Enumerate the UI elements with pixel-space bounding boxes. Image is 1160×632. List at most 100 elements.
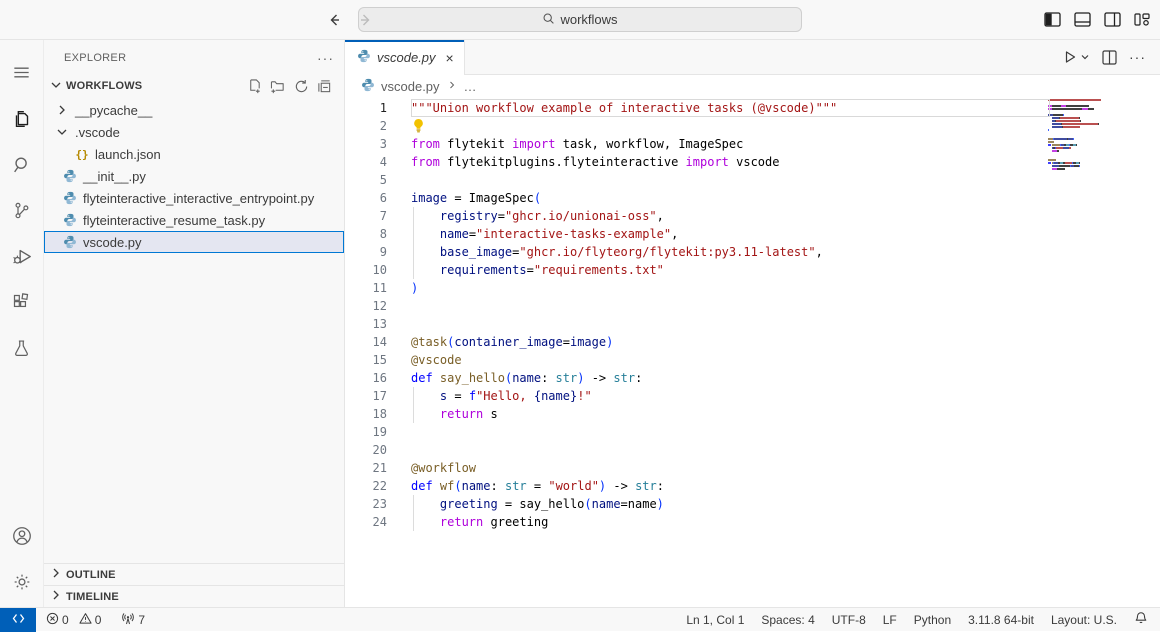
warning-count: 0 bbox=[95, 613, 102, 627]
editor-area: vscode.py × ··· vscode.py … bbox=[345, 40, 1160, 607]
code-line[interactable]: 15@vscode bbox=[345, 351, 1160, 369]
account-icon bbox=[11, 525, 33, 552]
forwarded-ports[interactable]: 7 bbox=[121, 612, 145, 628]
activity-bar-run-debug[interactable] bbox=[0, 236, 44, 282]
code-line[interactable]: 22def wf(name: str = "world") -> str: bbox=[345, 477, 1160, 495]
tree-item-label: vscode.py bbox=[83, 235, 142, 250]
breadcrumb-symbol[interactable]: … bbox=[464, 79, 477, 94]
status-item[interactable]: Layout: U.S. bbox=[1051, 613, 1117, 627]
code-line[interactable]: 21@workflow bbox=[345, 459, 1160, 477]
split-editor-icon[interactable] bbox=[1102, 50, 1117, 65]
code-line[interactable]: 8 name="interactive-tasks-example", bbox=[345, 225, 1160, 243]
tree-item[interactable]: flyteinteractive_interactive_entrypoint.… bbox=[44, 187, 344, 209]
tab-vscode-py[interactable]: vscode.py × bbox=[345, 40, 465, 75]
file-tree: __pycache__.vscode{}launch.json__init__.… bbox=[44, 99, 344, 253]
chevron-right-icon bbox=[446, 79, 458, 94]
remote-indicator[interactable] bbox=[0, 608, 36, 632]
activity-bar-search[interactable] bbox=[0, 144, 44, 190]
tab-strip: ··· bbox=[465, 40, 1160, 75]
lightbulb-icon[interactable] bbox=[412, 118, 426, 134]
line-text: @task(container_image=image) bbox=[411, 333, 613, 351]
chevron-right-icon bbox=[54, 102, 70, 118]
forward-arrow-icon[interactable] bbox=[358, 12, 374, 28]
line-number: 12 bbox=[345, 297, 411, 315]
tree-item[interactable]: flyteinteractive_resume_task.py bbox=[44, 209, 344, 231]
code-line[interactable]: 12 bbox=[345, 297, 1160, 315]
timeline-section-header[interactable]: TIMELINE bbox=[44, 585, 344, 607]
code-line[interactable]: 18 return s bbox=[345, 405, 1160, 423]
refresh-icon[interactable] bbox=[294, 79, 309, 94]
code-line[interactable]: 19 bbox=[345, 423, 1160, 441]
activity-bar-extensions[interactable] bbox=[0, 282, 44, 328]
status-item[interactable]: Spaces: 4 bbox=[761, 613, 814, 627]
tree-item[interactable]: {}launch.json bbox=[44, 143, 344, 165]
command-center-search[interactable]: workflows bbox=[358, 7, 802, 32]
code-line[interactable]: 4from flytekitplugins.flyteinteractive i… bbox=[345, 153, 1160, 171]
customize-layout-icon[interactable] bbox=[1134, 12, 1150, 27]
collapse-all-icon[interactable] bbox=[317, 79, 332, 94]
tree-item[interactable]: vscode.py bbox=[44, 231, 344, 253]
code-line[interactable]: 5 bbox=[345, 171, 1160, 189]
line-number: 21 bbox=[345, 459, 411, 477]
line-text: def wf(name: str = "world") -> str: bbox=[411, 477, 664, 495]
outline-section-header[interactable]: OUTLINE bbox=[44, 563, 344, 585]
code-line[interactable]: 7 registry="ghcr.io/unionai-oss", bbox=[345, 207, 1160, 225]
line-text: from flytekit import task, workflow, Ima… bbox=[411, 135, 743, 153]
bell-icon[interactable] bbox=[1134, 611, 1148, 628]
code-line[interactable]: 13 bbox=[345, 315, 1160, 333]
activity-bar-settings[interactable] bbox=[0, 561, 44, 607]
problems-errors[interactable]: 0 bbox=[46, 612, 69, 628]
code-line[interactable]: 16def say_hello(name: str) -> str: bbox=[345, 369, 1160, 387]
code-line[interactable]: 1"""Union workflow example of interactiv… bbox=[345, 99, 1160, 117]
activity-bar bbox=[0, 40, 44, 607]
tree-item[interactable]: __pycache__ bbox=[44, 99, 344, 121]
status-item[interactable]: Ln 1, Col 1 bbox=[686, 613, 744, 627]
code-line[interactable]: 11) bbox=[345, 279, 1160, 297]
activity-bar-menu[interactable] bbox=[0, 52, 44, 98]
code-line[interactable]: 6image = ImageSpec( bbox=[345, 189, 1160, 207]
search-icon bbox=[11, 154, 33, 181]
new-file-icon[interactable] bbox=[247, 79, 262, 94]
line-text: @vscode bbox=[411, 351, 462, 369]
close-tab-icon[interactable]: × bbox=[446, 50, 454, 66]
activity-bar-account[interactable] bbox=[0, 515, 44, 561]
status-item[interactable]: UTF-8 bbox=[832, 613, 866, 627]
tree-item[interactable]: .vscode bbox=[44, 121, 344, 143]
toggle-secondary-sidebar-icon[interactable] bbox=[1104, 12, 1121, 27]
code-line[interactable]: 14@task(container_image=image) bbox=[345, 333, 1160, 351]
code-editor[interactable]: 1"""Union workflow example of interactiv… bbox=[345, 97, 1160, 607]
back-arrow-icon[interactable] bbox=[326, 12, 342, 28]
code-line[interactable]: 20 bbox=[345, 441, 1160, 459]
source-control-icon bbox=[11, 200, 32, 226]
status-item[interactable]: 3.11.8 64-bit bbox=[968, 613, 1034, 627]
code-line[interactable]: 3from flytekit import task, workflow, Im… bbox=[345, 135, 1160, 153]
code-line[interactable]: 17 s = f"Hello, {name}!" bbox=[345, 387, 1160, 405]
editor-more-actions-button[interactable]: ··· bbox=[1129, 49, 1146, 65]
toggle-sidebar-icon[interactable] bbox=[1044, 12, 1061, 27]
code-line[interactable]: 2 bbox=[345, 117, 1160, 135]
status-item[interactable]: Python bbox=[914, 613, 951, 627]
chevron-right-icon bbox=[48, 587, 64, 606]
code-line[interactable]: 9 base_image="ghcr.io/flyteorg/flytekit:… bbox=[345, 243, 1160, 261]
problems-warnings[interactable]: 0 bbox=[79, 612, 102, 628]
breadcrumb-file[interactable]: vscode.py bbox=[381, 79, 440, 94]
code-line[interactable]: 24 return greeting bbox=[345, 513, 1160, 531]
line-number: 9 bbox=[345, 243, 411, 261]
new-folder-icon[interactable] bbox=[270, 79, 286, 94]
line-number: 8 bbox=[345, 225, 411, 243]
activity-bar-explorer[interactable] bbox=[0, 98, 44, 144]
status-item[interactable]: LF bbox=[883, 613, 897, 627]
workspace-section-header[interactable]: WORKFLOWS bbox=[44, 75, 344, 97]
breadcrumb[interactable]: vscode.py … bbox=[345, 75, 1160, 97]
code-line[interactable]: 23 greeting = say_hello(name=name) bbox=[345, 495, 1160, 513]
line-text: return greeting bbox=[411, 513, 548, 531]
run-button[interactable] bbox=[1062, 49, 1090, 65]
toggle-panel-icon[interactable] bbox=[1074, 12, 1091, 27]
activity-bar-source-control[interactable] bbox=[0, 190, 44, 236]
tree-item[interactable]: __init__.py bbox=[44, 165, 344, 187]
activity-bar-testing[interactable] bbox=[0, 328, 44, 374]
code-line[interactable]: 10 requirements="requirements.txt" bbox=[345, 261, 1160, 279]
explorer-more-button[interactable]: ··· bbox=[317, 50, 334, 66]
status-bar: 0 0 7 Ln 1, Col 1 Spaces: 4 UTF-8 LF Python 3… bbox=[0, 607, 1160, 631]
error-count: 0 bbox=[62, 613, 69, 627]
